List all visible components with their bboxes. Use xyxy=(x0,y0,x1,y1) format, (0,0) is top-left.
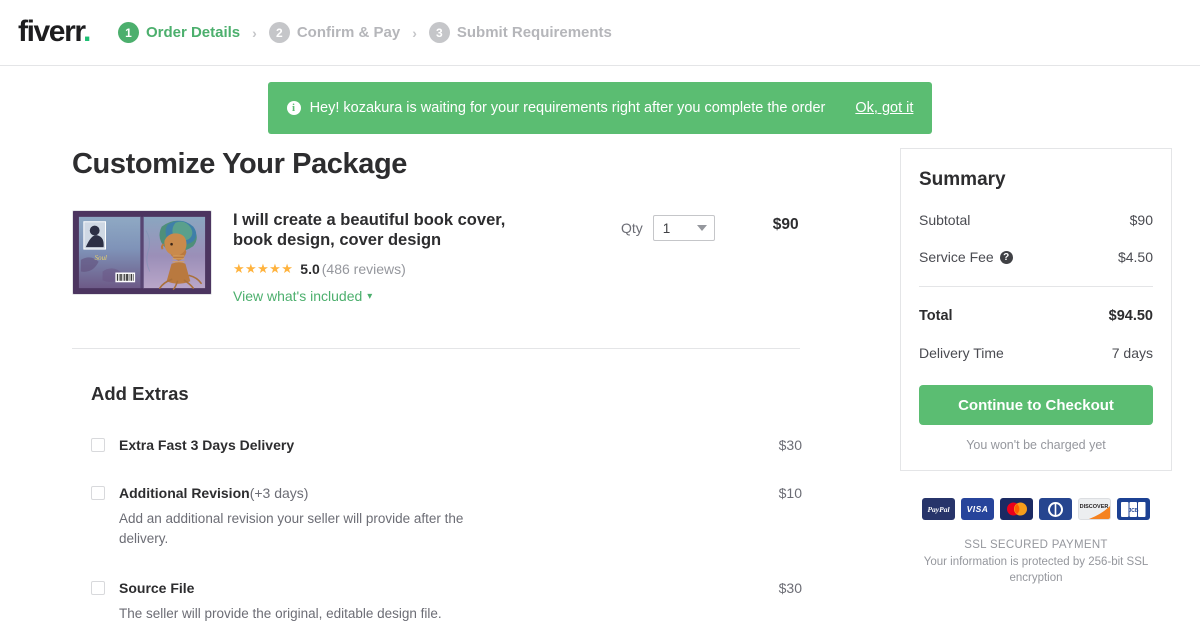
extra-header: Extra Fast 3 Days Delivery xyxy=(119,437,802,453)
mastercard-icon xyxy=(1000,498,1033,520)
extra-price: $30 xyxy=(778,437,802,454)
section-divider xyxy=(72,348,800,350)
extra-name: Extra Fast 3 Days Delivery xyxy=(119,437,295,454)
gig-rating: ★★★★★ 5.0 (486 reviews) xyxy=(233,261,533,277)
svg-text:VISA: VISA xyxy=(967,504,989,514)
total-value: $94.50 xyxy=(1108,308,1153,324)
extra-item: Extra Fast 3 Days Delivery $30 xyxy=(91,437,802,453)
service-fee-label: Service Fee xyxy=(919,249,994,265)
step-2-number: 2 xyxy=(268,22,290,43)
discover-icon: DISCOVER xyxy=(1078,498,1111,520)
ssl-notice: SSL SECURED PAYMENT Your information is … xyxy=(900,537,1172,587)
subtotal-label: Subtotal xyxy=(919,212,971,228)
delivery-time-label: Delivery Time xyxy=(919,345,1004,361)
info-icon: i xyxy=(286,101,301,115)
page-body: Customize Your Package Soul I will creat… xyxy=(0,148,1200,624)
gig-thumbnail[interactable]: Soul xyxy=(72,210,212,295)
main-column: Customize Your Package Soul I will creat… xyxy=(72,148,802,624)
extra-name: Source File xyxy=(119,580,195,597)
extra-name: Additional Revision xyxy=(119,485,250,502)
total-label: Total xyxy=(919,308,953,324)
paypal-icon: PayPal xyxy=(922,498,955,520)
gig-info: I will create a beautiful book cover, bo… xyxy=(233,210,533,306)
step-separator-2: › xyxy=(412,24,417,41)
step-confirm-pay[interactable]: 2 Confirm & Pay xyxy=(268,22,401,43)
service-fee-label-group: Service Fee ? xyxy=(919,249,1013,265)
help-icon[interactable]: ? xyxy=(999,250,1013,264)
step-separator-1: › xyxy=(252,24,257,41)
summary-card: Summary Subtotal $90 Service Fee ? $4.50… xyxy=(900,148,1172,471)
banner-message-group: i Hey! kozakura is waiting for your requ… xyxy=(286,100,826,116)
payment-methods: PayPal VISA DISCOVER JCB xyxy=(900,498,1172,520)
banner-dismiss-link[interactable]: Ok, got it xyxy=(855,100,913,116)
svg-text:PayPal: PayPal xyxy=(927,505,950,514)
logo-text: fiverr xyxy=(18,14,84,48)
add-extras-title: Add Extras xyxy=(91,383,189,405)
fiverr-logo[interactable]: fiverr. xyxy=(18,14,91,48)
step-3-number: 3 xyxy=(428,22,450,43)
continue-to-checkout-button[interactable]: Continue to Checkout xyxy=(919,385,1153,425)
subtotal-value: $90 xyxy=(1129,212,1153,228)
quantity-value: 1 xyxy=(662,220,671,236)
summary-row-subtotal: Subtotal $90 xyxy=(919,212,1153,228)
visa-icon: VISA xyxy=(961,498,994,520)
svg-text:DISCOVER: DISCOVER xyxy=(1080,504,1109,510)
logo-dot: . xyxy=(83,14,91,48)
extra-price: $30 xyxy=(778,580,802,597)
step-1-number: 1 xyxy=(117,22,139,43)
extra-header: Additional Revision (+3 days) xyxy=(119,485,802,501)
extra-description: Add an additional revision your seller w… xyxy=(119,511,464,546)
charge-note: You won't be charged yet xyxy=(966,438,1106,452)
extra-header: Source File xyxy=(119,580,802,596)
service-fee-value: $4.50 xyxy=(1117,249,1153,265)
summary-row-total: Total $94.50 xyxy=(919,308,1153,324)
view-whats-included-link[interactable]: View what's included ▾ xyxy=(233,288,372,304)
step-3-label: Submit Requirements xyxy=(456,24,612,41)
extra-checkbox[interactable] xyxy=(91,581,105,596)
ssl-title: SSL SECURED PAYMENT xyxy=(964,539,1108,551)
summary-column: Summary Subtotal $90 Service Fee ? $4.50… xyxy=(900,148,1172,624)
page-title: Customize Your Package xyxy=(72,148,408,180)
extra-subnote: (+3 days) xyxy=(249,485,309,502)
extra-item: Additional Revision (+3 days) $10 Add an… xyxy=(91,485,802,548)
extra-description: The seller will provide the original, ed… xyxy=(119,606,442,622)
star-rating-icon: ★★★★★ xyxy=(233,261,294,277)
add-extras-section: Add Extras Extra Fast 3 Days Delivery $3… xyxy=(72,383,802,624)
svg-text:Soul: Soul xyxy=(95,255,107,262)
notification-banner-wrap: i Hey! kozakura is waiting for your requ… xyxy=(0,66,1200,134)
step-2-label: Confirm & Pay xyxy=(296,24,401,41)
chevron-down-icon xyxy=(696,225,707,231)
diners-club-icon xyxy=(1039,498,1072,520)
extra-checkbox[interactable] xyxy=(91,486,105,501)
view-included-label: View what's included xyxy=(233,288,363,305)
summary-divider xyxy=(919,286,1153,287)
quantity-select[interactable]: 1 xyxy=(652,215,715,241)
ssl-text: Your information is protected by 256-bit… xyxy=(923,555,1149,585)
rating-count: (486 reviews) xyxy=(321,261,406,278)
rating-score: 5.0 xyxy=(300,261,320,278)
banner-message: Hey! kozakura is waiting for your requir… xyxy=(309,100,826,116)
step-submit-requirements[interactable]: 3 Submit Requirements xyxy=(428,22,612,43)
jcb-icon: JCB xyxy=(1117,498,1150,520)
summary-row-delivery: Delivery Time 7 days xyxy=(919,345,1153,361)
quantity-label: Qty xyxy=(621,220,643,236)
summary-title: Summary xyxy=(919,169,1006,190)
svg-text:JCB: JCB xyxy=(1128,508,1138,514)
delivery-time-value: 7 days xyxy=(1111,345,1153,361)
checkout-steps: 1 Order Details › 2 Confirm & Pay › 3 Su… xyxy=(117,22,612,43)
quantity-block: Qty 1 xyxy=(621,215,715,241)
extra-item: Source File $30 The seller will provide … xyxy=(91,580,802,624)
gig-price: $90 xyxy=(772,216,799,233)
gig-row: Soul I will create a beautiful book cove… xyxy=(72,210,802,306)
extra-checkbox[interactable] xyxy=(91,438,105,453)
notification-banner: i Hey! kozakura is waiting for your requ… xyxy=(267,82,933,134)
step-1-label: Order Details xyxy=(145,24,241,41)
chevron-down-icon: ▾ xyxy=(367,290,373,302)
step-order-details[interactable]: 1 Order Details xyxy=(117,22,241,43)
summary-row-service-fee: Service Fee ? $4.50 xyxy=(919,249,1153,265)
site-header: fiverr. 1 Order Details › 2 Confirm & Pa… xyxy=(0,0,1200,66)
gig-title[interactable]: I will create a beautiful book cover, bo… xyxy=(233,210,533,250)
extra-price: $10 xyxy=(778,485,802,502)
